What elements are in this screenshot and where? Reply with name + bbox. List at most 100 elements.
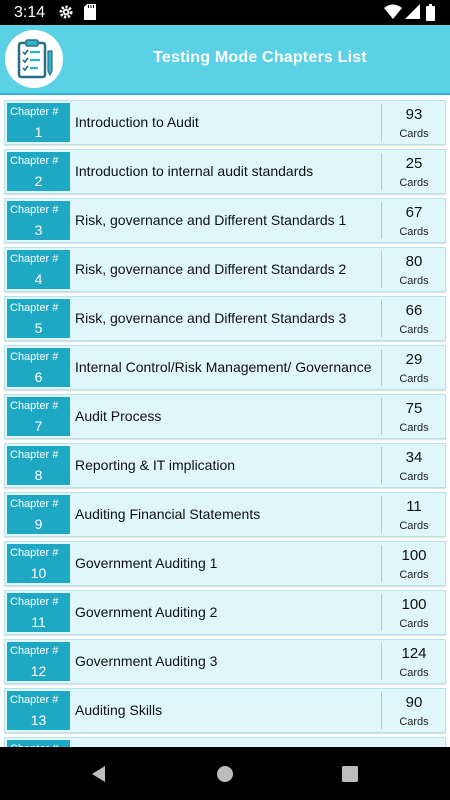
cards-label: Cards	[399, 667, 429, 679]
chapter-row[interactable]: Chapter # 7 Audit Process 75 Cards	[4, 394, 446, 439]
chapter-number: 10	[30, 565, 47, 581]
sd-card-icon	[84, 4, 96, 25]
cards-label: Cards	[399, 520, 429, 532]
cards-count: 124	[401, 645, 427, 662]
cards-count: 100	[401, 596, 427, 613]
cards-count: 67	[405, 204, 423, 221]
chapter-title: Audit Process	[75, 408, 162, 424]
cards-label: Cards	[399, 128, 429, 140]
cards-count: 66	[405, 302, 423, 319]
chapter-row[interactable]: Chapter # 6 Internal Control/Risk Manageme…	[4, 345, 446, 390]
chapter-list[interactable]: Chapter #1 Introduction to Audit 93 Cards Ch…	[0, 97, 450, 747]
cards-label: Cards	[399, 422, 429, 434]
chapter-badge-label: Chapter #	[10, 694, 59, 706]
chapter-title: Government Auditing 1	[75, 555, 218, 571]
chapter-row[interactable]: Chapter # 8 Reporting & IT implication 34 Ca…	[4, 443, 446, 488]
recents-icon[interactable]	[340, 764, 360, 784]
chapter-badge: Chapter #	[7, 740, 70, 747]
chapter-row[interactable]: Chapter # 5 Risk, governance and Different…	[4, 296, 446, 341]
chapter-row[interactable]: Chapter #	[4, 737, 446, 747]
cards-count: 29	[405, 351, 423, 368]
chapter-badge: Chapter # 2	[7, 152, 70, 191]
cards-count: 75	[405, 400, 423, 417]
cards-count: 34	[405, 449, 423, 466]
chapter-number: 7	[34, 418, 43, 434]
signal-icon	[405, 4, 420, 25]
chapter-badge: Chapter # 1	[7, 103, 70, 142]
chapter-badge: Chapter # 4	[7, 250, 70, 289]
chapter-row[interactable]: Chapter # 1 Introduction to Audit 93 Cards	[4, 100, 446, 145]
chapter-number: 11	[31, 614, 46, 630]
chapter-badge-label: Chapter #	[10, 204, 59, 216]
chapter-number: 3	[34, 222, 43, 238]
chapter-badge-label: Chapter #	[10, 449, 59, 461]
chapter-badge: Chapter # 3	[7, 201, 70, 240]
chapter-row[interactable]: Chapter # 10 Government Auditing 1 100 Cards	[4, 541, 446, 586]
chapter-badge: Chapter # 13	[7, 691, 70, 730]
gear-icon	[58, 4, 74, 25]
app-header: Testing Mode Chapters List	[0, 25, 450, 95]
chapter-title: Auditing Skills	[75, 702, 163, 718]
chapter-row[interactable]: Chapter # 4 Risk, governance and Different…	[4, 247, 446, 292]
chapter-number: 9	[34, 516, 43, 532]
chapter-number: 5	[34, 320, 43, 336]
cards-label: Cards	[399, 716, 429, 728]
chapter-badge-label: Chapter #	[10, 645, 59, 657]
chapter-title: Government Auditing 2	[75, 604, 218, 620]
chapter-row[interactable]: Chapter # 2 Introduction to internal audit…	[4, 149, 446, 194]
status-bar: 3:14	[0, 0, 450, 25]
chapter-title: Government Auditing 3	[75, 653, 218, 669]
chapter-badge-label: Chapter #	[10, 155, 59, 167]
page-title: Testing Mode Chapters List	[153, 49, 367, 66]
cards-label: Cards	[399, 569, 429, 581]
chapter-title: Risk, governance and Different Standards…	[75, 261, 347, 277]
cards-count: 90	[405, 694, 423, 711]
cards-label: Cards	[399, 324, 429, 336]
chapter-badge-label: Chapter #	[10, 547, 59, 559]
chapter-badge-label: Chapter #	[10, 106, 59, 118]
chapter-badge-label: Chapter #	[10, 351, 59, 363]
chapter-badge-label: Chapter #	[10, 596, 59, 608]
chapter-row[interactable]: Chapter # 13 Auditing Skills 90 Cards	[4, 688, 446, 733]
chapter-badge-label: Chapter #	[10, 302, 59, 314]
chapter-number: 6	[34, 369, 43, 385]
cards-count: 93	[405, 106, 423, 123]
cards-label: Cards	[399, 177, 429, 189]
cards-count: 100	[401, 547, 427, 564]
navigation-bar	[0, 747, 450, 800]
cards-label: Cards	[399, 373, 429, 385]
cards-count: 11	[406, 498, 422, 515]
cards-count: 80	[405, 253, 423, 270]
chapter-number: 4	[34, 271, 43, 287]
chapter-number: 13	[30, 712, 47, 728]
chapter-badge: Chapter # 12	[7, 642, 70, 681]
chapter-title: Introduction to internal audit standards	[75, 163, 314, 179]
chapter-title: Risk, governance and Different Standards…	[75, 310, 347, 326]
cards-label: Cards	[399, 618, 429, 630]
chapter-title: Reporting & IT implication	[75, 457, 236, 473]
chapter-badge: Chapter # 5	[7, 299, 70, 338]
cards-label: Cards	[399, 275, 429, 287]
status-time: 3:14	[14, 4, 46, 21]
wifi-icon	[384, 4, 402, 25]
chapter-number: 1	[34, 124, 43, 140]
chapter-row[interactable]: Chapter # 12 Government Auditing 3 124 Cards	[4, 639, 446, 684]
chapter-title: Internal Control/Risk Management/ Govern…	[75, 359, 372, 375]
chapter-row[interactable]: Chapter # 3 Risk, governance and Different…	[4, 198, 446, 243]
chapter-badge-label: Chapter #	[10, 400, 59, 412]
chapter-title: Risk, governance and Different Standards…	[75, 212, 347, 228]
cards-label: Cards	[399, 471, 429, 483]
chapter-row[interactable]: Chapter # 11 Government Auditing 2 100 Cards	[4, 590, 446, 635]
chapter-badge: Chapter # 10	[7, 544, 70, 583]
chapter-row[interactable]: Chapter # 9 Auditing Financial Statements 1…	[4, 492, 446, 537]
chapter-badge: Chapter # 9	[7, 495, 70, 534]
chapter-number: 8	[34, 467, 43, 483]
battery-icon	[426, 4, 435, 26]
chapter-badge-label: Chapter #	[10, 498, 59, 510]
home-icon[interactable]	[215, 764, 235, 784]
chapter-number: 2	[34, 173, 43, 189]
chapter-badge-label: Chapter #	[10, 253, 59, 265]
back-icon[interactable]	[89, 764, 109, 784]
chapter-title: Auditing Financial Statements	[75, 506, 261, 522]
chapter-badge: Chapter # 11	[7, 593, 70, 632]
